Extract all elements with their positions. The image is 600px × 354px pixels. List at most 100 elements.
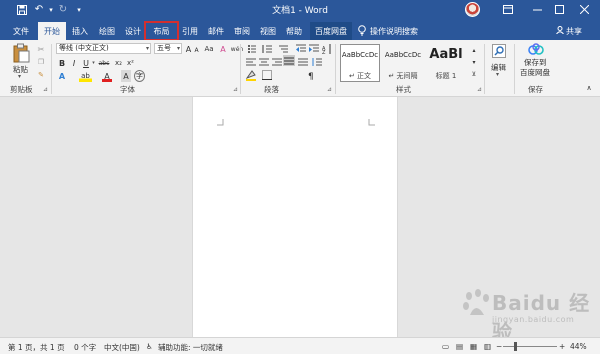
multilevel-list-icon[interactable] — [279, 45, 288, 53]
show-marks-icon[interactable]: ¶ — [308, 72, 314, 82]
text-effects-button[interactable]: A — [57, 70, 67, 82]
underline-dropdown-icon[interactable]: ▾ — [91, 57, 96, 69]
clear-formatting-button[interactable]: A — [218, 43, 228, 55]
grow-font-button[interactable]: A — [185, 43, 192, 55]
read-mode-icon[interactable]: ▤ — [456, 342, 463, 351]
sort-icon[interactable]: AZ — [322, 44, 331, 56]
zoom-slider-thumb[interactable] — [513, 342, 517, 351]
align-center-icon[interactable] — [259, 58, 269, 66]
character-shading-button[interactable]: A — [121, 70, 131, 82]
enclose-characters-button[interactable]: 字 — [134, 70, 145, 82]
tab-design[interactable]: 设计 — [121, 22, 145, 40]
ribbon-tabs: 文件 开始 插入 绘图 设计 布局 引用 邮件 审阅 视图 帮助 百度网盘 操作… — [0, 19, 600, 41]
font-name-combo[interactable]: 等线 (中文正文) ▾ — [56, 43, 151, 54]
numbering-icon[interactable] — [262, 45, 272, 53]
tab-file[interactable]: 文件 — [8, 22, 34, 40]
avatar[interactable] — [465, 2, 480, 17]
collapse-ribbon-icon[interactable]: ∧ — [584, 82, 594, 94]
margin-corner-top-left — [217, 119, 224, 126]
copy-icon[interactable]: ❐ — [36, 56, 46, 68]
style-heading-1[interactable]: AaBl 标题 1 — [426, 44, 466, 82]
tab-help[interactable]: 帮助 — [283, 22, 305, 40]
strikethrough-button[interactable]: abc — [97, 57, 111, 69]
zoom-out-button[interactable]: − — [496, 342, 502, 351]
underline-button[interactable]: U — [81, 57, 91, 69]
tab-layout[interactable]: 布局 — [144, 21, 179, 41]
group-divider — [51, 44, 52, 94]
zoom-slider[interactable] — [503, 346, 557, 347]
align-left-icon[interactable] — [246, 58, 256, 66]
decrease-indent-icon[interactable] — [296, 44, 306, 52]
tab-home[interactable]: 开始 — [38, 22, 66, 40]
increase-indent-icon[interactable] — [309, 44, 319, 52]
font-launcher-icon[interactable]: ⊿ — [233, 86, 238, 93]
document-page[interactable] — [192, 97, 398, 337]
subscript-button[interactable]: x₂ — [113, 57, 124, 69]
justify-icon[interactable] — [283, 55, 295, 66]
bullets-icon[interactable] — [248, 45, 256, 53]
tab-view[interactable]: 视图 — [257, 22, 279, 40]
chevron-down-icon: ▾ — [145, 45, 149, 52]
style-name: ↵ 正文 — [348, 72, 372, 80]
baidu-netdisk-label: 百度网盘 — [520, 68, 550, 77]
maximize-icon[interactable] — [545, 0, 573, 19]
clipboard-launcher-icon[interactable]: ⊿ — [43, 86, 48, 93]
font-size-value: 五号 — [157, 44, 171, 52]
accessibility-status[interactable]: 辅助功能: 一切就绪 — [158, 342, 223, 353]
tab-baidu-netdisk[interactable]: 百度网盘 — [310, 22, 352, 40]
close-icon[interactable] — [570, 0, 598, 19]
paste-button[interactable]: 粘贴 ▾ — [12, 43, 32, 80]
tab-references[interactable]: 引用 — [179, 22, 201, 40]
style-no-spacing[interactable]: AaBbCcDc ↵ 无间隔 — [382, 44, 424, 82]
ribbon-display-icon[interactable] — [494, 0, 522, 19]
styles-launcher-icon[interactable]: ⊿ — [477, 86, 482, 93]
style-sample: AaBbCcDc — [341, 51, 379, 59]
chevron-down-icon: ▾ — [176, 45, 180, 52]
group-divider — [335, 44, 336, 94]
editing-button[interactable]: 编辑 ▾ — [489, 43, 509, 81]
cut-icon[interactable]: ✂ — [36, 43, 46, 55]
save-group-label: 保存 — [528, 85, 543, 94]
share-button[interactable]: 共享 — [556, 22, 582, 40]
tab-insert[interactable]: 插入 — [68, 22, 92, 40]
italic-button[interactable]: I — [69, 57, 79, 69]
style-normal[interactable]: AaBbCcDc ↵ 正文 — [340, 44, 380, 82]
styles-scroll-down-icon[interactable]: ▾ — [470, 56, 478, 68]
zoom-in-button[interactable]: + — [559, 342, 565, 351]
tab-mailings[interactable]: 邮件 — [205, 22, 227, 40]
align-right-icon[interactable] — [272, 58, 282, 66]
paragraph-launcher-icon[interactable]: ⊿ — [327, 86, 332, 93]
language-status[interactable]: 中文(中国) — [104, 342, 140, 353]
web-layout-icon[interactable]: ▥ — [484, 342, 491, 351]
phonetic-guide-button[interactable]: wén — [231, 43, 243, 55]
change-case-button[interactable]: Aa — [203, 43, 215, 55]
font-size-combo[interactable]: 五号 ▾ — [154, 43, 182, 54]
bold-button[interactable]: B — [57, 57, 67, 69]
font-color-button[interactable]: A — [102, 70, 112, 82]
font-group-label: 字体 — [120, 85, 135, 94]
line-spacing-icon[interactable] — [312, 58, 322, 66]
tab-draw[interactable]: 绘图 — [94, 22, 120, 40]
margin-corner-top-right — [368, 119, 375, 126]
accessibility-icon: ♿ — [146, 342, 153, 351]
zoom-level[interactable]: 44% — [570, 342, 587, 351]
superscript-button[interactable]: x² — [125, 57, 136, 69]
shrink-font-button[interactable]: A — [193, 44, 200, 56]
focus-mode-icon[interactable]: ▭ — [442, 342, 449, 351]
format-painter-icon[interactable]: ✎ — [36, 69, 46, 81]
highlight-button[interactable]: ab — [79, 70, 92, 82]
styles-scroll-up-icon[interactable]: ▴ — [470, 44, 478, 56]
word-count[interactable]: 0 个字 — [74, 342, 96, 353]
save-to-baidu-button[interactable]: 保存到 百度网盘 — [518, 42, 554, 82]
paragraph-controls: AZ ¶ — [245, 43, 336, 82]
page-count[interactable]: 第 1 页，共 1 页 — [8, 342, 65, 353]
tab-review[interactable]: 审阅 — [231, 22, 253, 40]
print-layout-icon[interactable]: ▦ — [470, 342, 477, 351]
tell-me-label: 操作说明搜索 — [370, 26, 418, 36]
svg-text:¶: ¶ — [308, 72, 314, 81]
styles-more-icon[interactable]: ⊻ — [470, 68, 478, 80]
shading-icon[interactable] — [245, 70, 256, 81]
tell-me-search[interactable]: 操作说明搜索 — [358, 22, 418, 40]
borders-icon[interactable] — [262, 70, 272, 80]
distributed-icon[interactable] — [298, 58, 308, 66]
